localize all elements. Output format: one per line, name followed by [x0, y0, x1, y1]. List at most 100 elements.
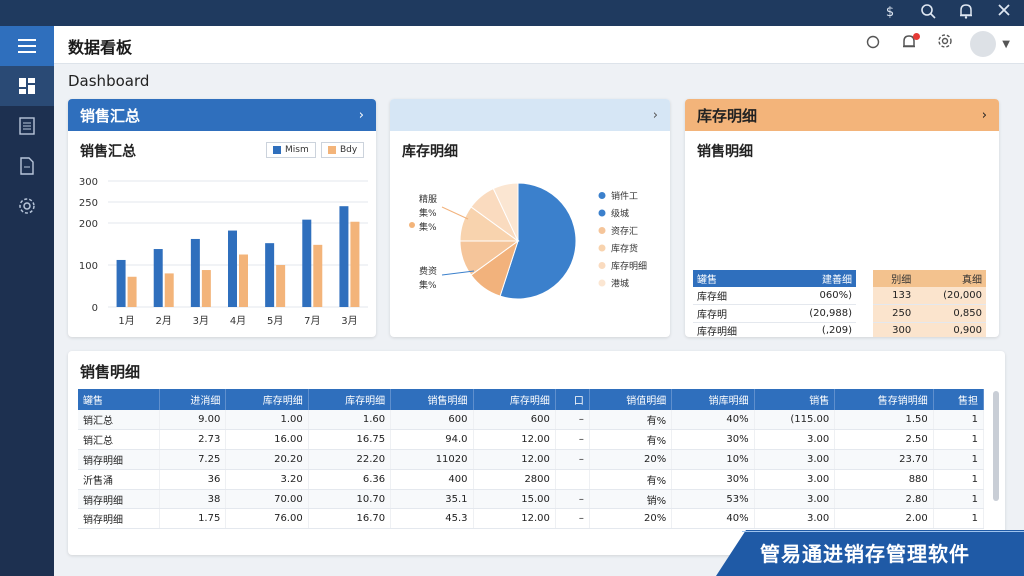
table-cell: 10%: [671, 449, 755, 470]
column-header[interactable]: 建善细: [772, 270, 856, 287]
avatar[interactable]: [970, 31, 997, 57]
table-row[interactable]: 销存明细 1.75 76.00 16.70 45.3 12.00–20% 40% 3.00 2.…: [78, 508, 985, 530]
table-row[interactable]: 销存明细 7.25 20.20 22.20 11020 12.00–20% 10% 3.00 2…: [78, 449, 985, 470]
table-cell: 0,850: [915, 304, 986, 323]
table-scrollbar[interactable]: [993, 391, 999, 501]
table-cell: 35.1: [390, 489, 474, 510]
column-header[interactable]: 库存明细: [308, 389, 392, 410]
table-cell: 销汇总: [78, 429, 161, 451]
currency-icon[interactable]: $: [880, 3, 900, 23]
table-row[interactable]: 库存明细 (,209): [693, 322, 856, 337]
table-cell: 沂售涌: [78, 469, 161, 490]
column-header[interactable]: 真细: [915, 270, 986, 287]
table-row[interactable]: 销存明细 38 70.00 10.70 35.1 15.00– 销% 53% 3.00 2.80 1: [78, 489, 985, 510]
bar-2: [127, 276, 137, 307]
table-row[interactable]: 销汇总 2.73 16.00 16.75 94.0 12.00– 有% 30% 3.00 2.50…: [78, 429, 985, 451]
legend-label: 库存明细: [611, 260, 647, 272]
table-row[interactable]: 销汇总 9.00 1.00 1.60 600 600– 有% 40% (115.00 1.50 1: [78, 410, 985, 431]
column-header[interactable]: 销售明细: [390, 389, 474, 410]
table-cell: 有%: [589, 410, 673, 431]
pie-callout-label: 集%: [419, 279, 437, 291]
table-cell: 600: [390, 410, 474, 431]
x-tick-label: 7月: [304, 315, 320, 327]
table-cell: 20.20: [225, 449, 309, 470]
app-header: 数据看板 ▼: [54, 26, 1024, 64]
y-tick-label: 300: [79, 177, 98, 188]
x-tick-label: 4月: [230, 315, 246, 327]
table-cell: –: [555, 489, 590, 510]
legend-dot: [598, 192, 606, 199]
table-cell: 250: [873, 304, 916, 323]
table-row[interactable]: 133 (20,000: [873, 287, 986, 305]
table-cell: 销汇总: [78, 410, 161, 431]
circle-status-icon[interactable]: [862, 33, 884, 55]
column-header[interactable]: 售存销明细: [834, 389, 934, 410]
settings-gear-icon[interactable]: [934, 33, 956, 55]
table-cell: 16.00: [225, 429, 309, 451]
bar-1: [302, 219, 312, 307]
sidebar-item-dashboard[interactable]: [0, 66, 54, 106]
table-cell: 1.50: [834, 410, 934, 431]
sidebar: [0, 26, 54, 576]
inventory-card-header[interactable]: 库存明细 ›: [685, 99, 999, 131]
column-header[interactable]: 罐售: [78, 389, 161, 410]
bar-1: [265, 243, 275, 307]
chevron-down-icon[interactable]: ▼: [1002, 39, 1010, 50]
table-cell: 1: [933, 449, 985, 470]
table-cell: –: [555, 429, 590, 451]
table-cell: 1: [933, 469, 985, 490]
column-header[interactable]: 别细: [873, 270, 916, 287]
table-row[interactable]: 库存明 (20,988): [693, 304, 856, 323]
bar-2: [239, 254, 248, 307]
legend-label: 资存汇: [611, 225, 638, 237]
sales-summary-card: 销售汇总 › 销售汇总 Mism Bdy 0 100 200 250 300 1月 2月 3月…: [68, 99, 376, 337]
table-row[interactable]: 库存细 060%): [693, 287, 856, 305]
sidebar-item-documents[interactable]: [0, 146, 54, 186]
close-icon[interactable]: [994, 3, 1014, 23]
table-cell: 12.00: [473, 508, 556, 530]
column-header[interactable]: 销值明细: [589, 389, 673, 410]
table-cell: 30%: [671, 469, 755, 490]
table-cell: –: [555, 410, 590, 431]
table-cell: 3.20: [225, 469, 309, 490]
table-cell: 30%: [671, 429, 755, 451]
bar-2: [313, 244, 323, 307]
table-row[interactable]: 250 0,850: [873, 304, 986, 323]
bar-1: [190, 238, 200, 307]
column-header[interactable]: 罐售: [693, 270, 773, 287]
sales-bar-chart: 0 100 200 250 300 1月 2月 3月 4月 5月 7月 3月: [79, 177, 368, 327]
table-row[interactable]: 沂售涌 36 3.20 6.36 400 2800 有% 30% 3.00 880 1: [78, 469, 985, 490]
table-cell: 3.00: [754, 469, 836, 490]
column-header[interactable]: 销库明细: [671, 389, 755, 410]
hamburger-menu-icon[interactable]: [0, 26, 54, 66]
bell-icon[interactable]: [956, 3, 976, 23]
table-row[interactable]: 300 0,900: [873, 322, 986, 337]
table-cell: 70.00: [225, 489, 309, 510]
inventory-card-title: 库存明细: [697, 106, 758, 125]
column-header[interactable]: 库存明细: [225, 389, 309, 410]
table-cell: –: [555, 508, 590, 530]
y-tick-label: 100: [79, 261, 98, 272]
column-header[interactable]: 进消细: [159, 389, 227, 410]
bar-2: [350, 221, 360, 307]
table-cell: 0,900: [915, 322, 986, 337]
chevron-right-icon[interactable]: ›: [982, 108, 987, 123]
table-cell: 060%): [772, 287, 856, 305]
search-icon[interactable]: [918, 3, 938, 23]
sidebar-item-list[interactable]: [0, 106, 54, 146]
table-cell: 20%: [589, 449, 673, 470]
legend-label: 港城: [611, 278, 629, 290]
column-header[interactable]: 销售: [754, 389, 836, 410]
bar-2: [276, 265, 286, 307]
column-header[interactable]: 售担: [933, 389, 985, 410]
table-cell: 库存明细: [693, 322, 773, 337]
notification-bell-icon[interactable]: [898, 33, 921, 55]
bar-2: [164, 273, 174, 307]
table-cell: 12.00: [473, 449, 556, 470]
column-header[interactable]: 口: [555, 389, 590, 410]
sidebar-item-settings[interactable]: [0, 186, 54, 226]
column-header[interactable]: 库存明细: [473, 389, 556, 410]
table-cell: 7.25: [159, 449, 227, 470]
legend-dot: [598, 244, 606, 252]
table-cell: 销%: [589, 489, 673, 510]
